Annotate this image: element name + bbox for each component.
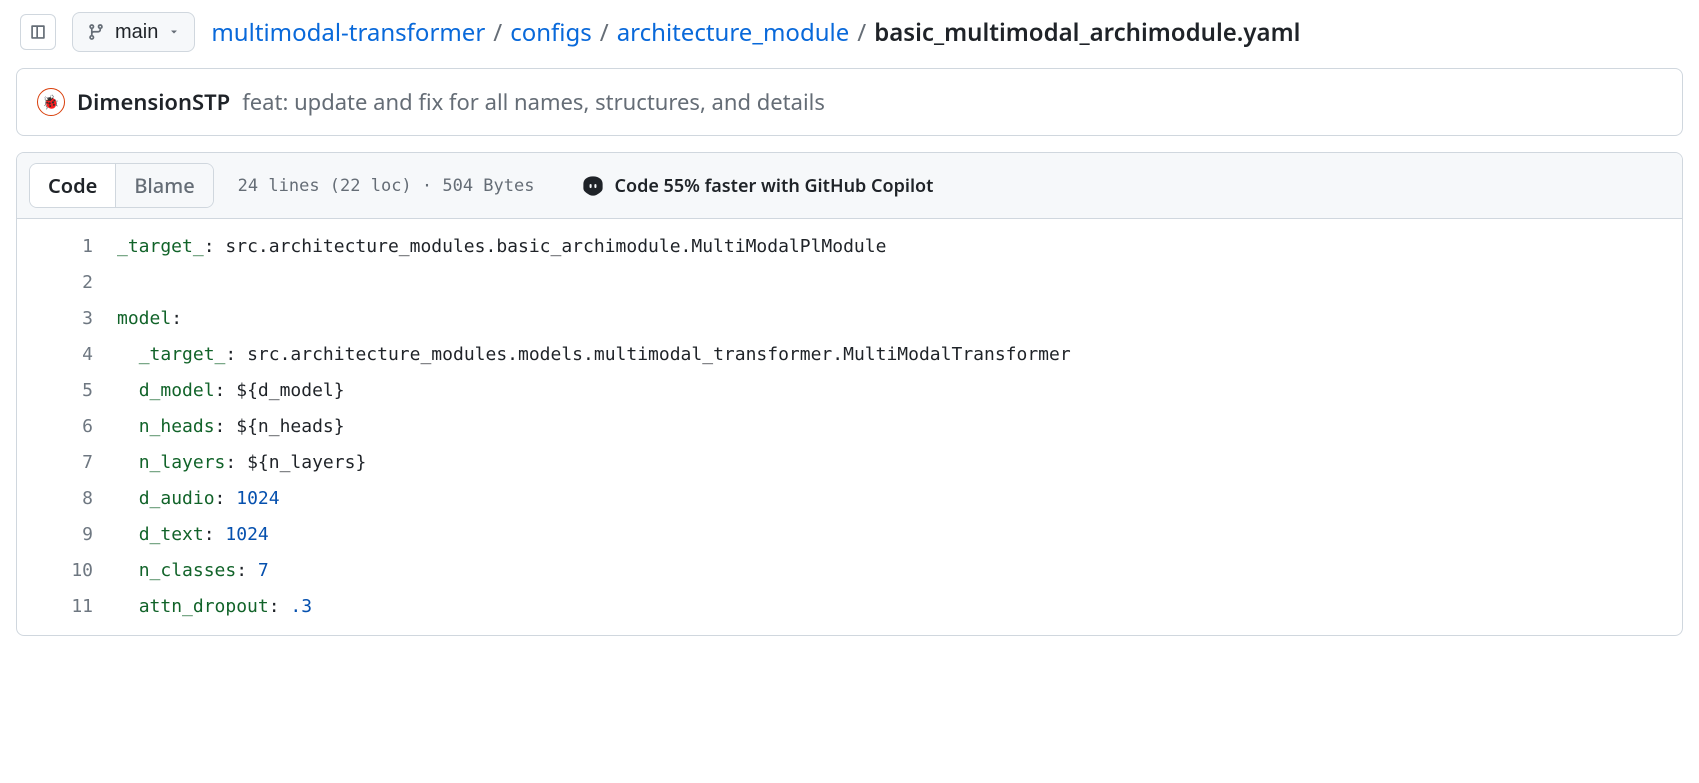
code-line[interactable]: n_heads: ${n_heads} [117,409,1682,445]
breadcrumb-current-file: basic_multimodal_archimodule.yaml [874,16,1300,49]
commit-author[interactable]: DimensionSTP [77,87,230,117]
line-number[interactable]: 9 [17,517,93,553]
side-panel-icon [29,23,47,41]
code-area[interactable]: 1234567891011 _target_: src.architecture… [17,219,1682,635]
breadcrumb-separator: / [853,16,870,49]
line-number[interactable]: 2 [17,265,93,301]
code-line[interactable]: attn_dropout: .3 [117,589,1682,625]
copilot-icon [582,175,604,197]
line-number[interactable]: 11 [17,589,93,625]
file-view: Code Blame 24 lines (22 loc) · 504 Bytes… [16,152,1683,636]
code-line[interactable]: _target_: src.architecture_modules.basic… [117,229,1682,265]
line-number-gutter: 1234567891011 [17,229,117,625]
code-line[interactable]: d_model: ${d_model} [117,373,1682,409]
latest-commit-box[interactable]: 🐞 DimensionSTP feat: update and fix for … [16,68,1683,136]
line-number[interactable]: 6 [17,409,93,445]
breadcrumb-link-configs[interactable]: configs [510,16,592,49]
tab-code[interactable]: Code [30,164,116,207]
line-number[interactable]: 7 [17,445,93,481]
git-branch-icon [87,23,105,41]
line-number[interactable]: 4 [17,337,93,373]
code-line[interactable]: d_text: 1024 [117,517,1682,553]
breadcrumb-separator: / [489,16,506,49]
toggle-file-tree-button[interactable] [20,14,56,50]
code-lines[interactable]: _target_: src.architecture_modules.basic… [117,229,1682,625]
file-toolbar: Code Blame 24 lines (22 loc) · 504 Bytes… [17,153,1682,219]
file-stats: 24 lines (22 loc) · 504 Bytes [238,176,535,196]
commit-message[interactable]: feat: update and fix for all names, stru… [242,87,825,117]
line-number[interactable]: 8 [17,481,93,517]
code-line[interactable]: n_classes: 7 [117,553,1682,589]
line-number[interactable]: 1 [17,229,93,265]
breadcrumb-link-architecture-module[interactable]: architecture_module [617,16,850,49]
avatar: 🐞 [37,88,65,116]
code-line[interactable]: d_audio: 1024 [117,481,1682,517]
code-line[interactable] [117,265,1682,301]
breadcrumb-separator: / [596,16,613,49]
copilot-promo-text: Code 55% faster with GitHub Copilot [614,174,933,198]
code-line[interactable]: model: [117,301,1682,337]
tab-blame[interactable]: Blame [116,164,212,207]
caret-down-icon [168,26,180,38]
line-number[interactable]: 5 [17,373,93,409]
view-tabs: Code Blame [29,163,214,208]
line-number[interactable]: 3 [17,301,93,337]
breadcrumb: multimodal-transformer / configs / archi… [211,16,1300,49]
branch-select-button[interactable]: main [72,12,195,52]
code-line[interactable]: _target_: src.architecture_modules.model… [117,337,1682,373]
line-number[interactable]: 10 [17,553,93,589]
branch-name: main [115,21,158,44]
code-line[interactable]: n_layers: ${n_layers} [117,445,1682,481]
breadcrumb-link-repo[interactable]: multimodal-transformer [211,16,485,49]
copilot-promo[interactable]: Code 55% faster with GitHub Copilot [582,174,933,198]
